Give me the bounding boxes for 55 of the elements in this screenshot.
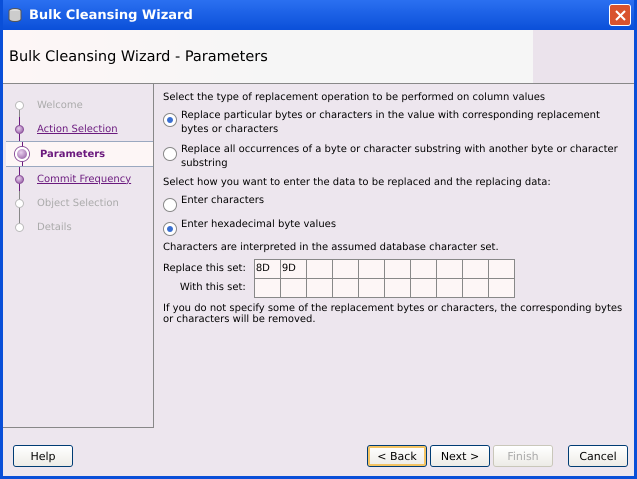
step-dot-icon bbox=[15, 125, 24, 134]
byte-input[interactable] bbox=[280, 278, 307, 298]
step-label: Parameters bbox=[40, 148, 106, 160]
prompt-text: Select how you want to enter the data to be replaced and the replacing data: bbox=[163, 177, 552, 188]
step-label: Details bbox=[37, 222, 72, 232]
byte-input[interactable] bbox=[488, 278, 515, 298]
page-title: Bulk Cleansing Wizard - Parameters bbox=[9, 48, 268, 64]
note-text: Characters are interpreted in the assumed database character set. bbox=[163, 242, 500, 253]
byte-input[interactable] bbox=[384, 259, 411, 279]
byte-input[interactable] bbox=[332, 259, 359, 279]
byte-input[interactable] bbox=[462, 259, 489, 279]
step-dot-icon bbox=[15, 175, 24, 184]
step-label: Welcome bbox=[37, 100, 83, 110]
radio-button[interactable] bbox=[163, 147, 177, 161]
wizard-button[interactable]: < Back bbox=[367, 445, 427, 467]
step-dot-icon bbox=[15, 101, 24, 110]
close-icon bbox=[614, 10, 626, 20]
help-button[interactable]: Help bbox=[13, 445, 73, 467]
prompt-text: Select the type of replacement operation to be performed on column values bbox=[163, 92, 546, 103]
step-link[interactable]: Action Selection bbox=[37, 124, 118, 134]
byte-input[interactable] bbox=[410, 278, 437, 298]
radio-label: Replace particular bytes or characters in the value with corresponding replacement bytes or characters bbox=[181, 109, 601, 137]
note-text: If you do not specify some of the replacement bytes or characters, the corresponding bytes or characters will be removed. bbox=[163, 303, 624, 325]
radio-button[interactable] bbox=[163, 222, 177, 236]
step-link[interactable]: Commit Frequency bbox=[37, 174, 132, 184]
byte-input[interactable] bbox=[358, 278, 385, 298]
step-dot-icon bbox=[15, 223, 24, 232]
byte-input[interactable] bbox=[384, 278, 411, 298]
wizard-button[interactable]: Cancel bbox=[568, 445, 628, 467]
byte-input[interactable] bbox=[462, 278, 489, 298]
set-label: Replace this set: bbox=[163, 263, 246, 274]
byte-input[interactable]: 9D bbox=[280, 259, 307, 279]
step-dot-icon bbox=[15, 199, 24, 208]
radio-label: Enter hexadecimal byte values bbox=[181, 218, 336, 232]
step-dot-icon bbox=[15, 147, 29, 161]
byte-input[interactable] bbox=[306, 259, 333, 279]
wizard-button[interactable]: Next > bbox=[430, 445, 490, 467]
window-title: Bulk Cleansing Wizard bbox=[29, 8, 194, 22]
byte-input[interactable] bbox=[410, 259, 437, 279]
radio-button[interactable] bbox=[163, 198, 177, 212]
radio-label: Replace all occurrences of a byte or character substring with another byte or character substring bbox=[181, 143, 619, 171]
byte-input[interactable] bbox=[436, 278, 463, 298]
byte-input[interactable] bbox=[306, 278, 333, 298]
byte-input[interactable] bbox=[358, 259, 385, 279]
byte-input[interactable] bbox=[436, 259, 463, 279]
radio-label: Enter characters bbox=[181, 194, 264, 208]
byte-input[interactable] bbox=[254, 278, 281, 298]
database-icon bbox=[7, 7, 23, 23]
byte-input[interactable] bbox=[488, 259, 515, 279]
byte-input[interactable]: 8D bbox=[254, 259, 281, 279]
byte-input[interactable] bbox=[332, 278, 359, 298]
close-button[interactable] bbox=[609, 4, 631, 26]
step-label: Object Selection bbox=[37, 198, 119, 208]
set-label: With this set: bbox=[178, 282, 246, 293]
radio-button[interactable] bbox=[163, 113, 177, 127]
